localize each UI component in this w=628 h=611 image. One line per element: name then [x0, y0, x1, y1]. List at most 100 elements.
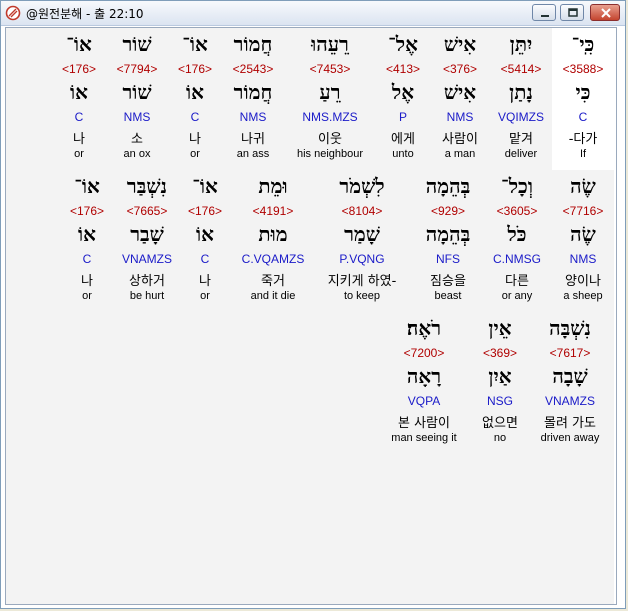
hebrew-word: רֵעֵהוּ [311, 32, 349, 56]
word-block-be-hurt[interactable]: נִשְׁבַּר <7665> שָׁבַר VNAMZS 상하거 be hu… [114, 170, 180, 312]
word-block-or-3[interactable]: אוֹ־ <176> אוֹ C 나 or [182, 170, 228, 312]
interlinear-view[interactable]: כִּֽי־ <3588> כִּי C -다가 If יִתֵּן <5414… [5, 27, 617, 605]
lemma-word: מוּת [258, 222, 288, 246]
strong-number[interactable]: <7665> [114, 204, 180, 218]
word-block-deliver[interactable]: יִתֵּן <5414> נָתַן VQIMZS 맡겨 deliver [491, 28, 551, 170]
word-block-an-ox[interactable]: שׁוֹר <7794> שׁוֹר NMS 소 an ox [108, 28, 166, 170]
word-block-his-neighbour[interactable]: רֵעֵהוּ <7453> רֵעַ NMS.MZS 이웃 his neigh… [288, 28, 372, 170]
strong-number[interactable]: <176> [182, 204, 228, 218]
word-block-unto[interactable]: אֶל־ <413> אֶל P 에게 unto [378, 28, 428, 170]
strong-number[interactable]: <369> [472, 346, 528, 360]
strong-number[interactable]: <8104> [316, 204, 408, 218]
strong-number[interactable]: <4191> [234, 204, 312, 218]
strong-number[interactable]: <7617> [534, 346, 606, 360]
parse-code: VQPA [407, 394, 441, 408]
word-block-or-4[interactable]: אוֹ־ <176> אוֹ C 나 or [64, 170, 110, 312]
strong-number[interactable]: <2543> [224, 62, 282, 76]
korean-gloss: 지키게 하였- [327, 274, 397, 289]
word-block-or-any[interactable]: וְכָל־ <3605> כֹּל C.NMSG 다른 or any [486, 170, 548, 312]
parse-code: C.NMSG [493, 252, 541, 266]
lemma-word: אוֹ [70, 80, 88, 104]
parse-code: VNAMZS [121, 252, 172, 266]
strong-number[interactable]: <7200> [380, 346, 468, 360]
english-gloss: an ass [236, 148, 270, 160]
parse-code: VNAMZS [544, 394, 595, 408]
english-gloss: an ox [123, 148, 151, 160]
english-gloss: If [579, 148, 587, 160]
title-bar[interactable]: @원전분해 - 출 22:10 [1, 1, 625, 26]
lemma-word: אֶל [391, 80, 415, 104]
content-edge [614, 28, 616, 604]
hebrew-word: וּמֵת [258, 174, 288, 198]
parse-code: C [74, 110, 84, 124]
korean-gloss: 맡겨 [509, 132, 533, 147]
word-block-driven-away[interactable]: נִשְׁבָּה <7617> שָׁבָה VNAMZS 몰려 가도 dri… [534, 312, 606, 454]
lemma-word: נָתַן [509, 80, 533, 104]
word-block-beast[interactable]: בְּהֵמָה <929> בְּהֵמָה NFS 짐승을 beast [410, 170, 486, 312]
korean-gloss: 이웃 [318, 132, 342, 147]
word-block-a-man[interactable]: אִישׁ <376> אִישׁ NMS 사람이 a man [434, 28, 486, 170]
hebrew-word: יִתֵּן [509, 32, 533, 56]
korean-gloss: 없으면 [482, 416, 518, 431]
lemma-word: רָאָה [406, 364, 442, 388]
korean-gloss: 소 [131, 132, 143, 147]
hebrew-word: לִשְׁמֹר [339, 174, 385, 198]
english-gloss: and it die [250, 290, 296, 302]
strong-number[interactable]: <413> [378, 62, 428, 76]
english-gloss: or any [501, 290, 533, 302]
word-block-or-2[interactable]: אוֹ־ <176> אוֹ C 나 or [56, 28, 102, 170]
english-gloss: no [493, 432, 507, 444]
english-gloss: unto [392, 148, 414, 160]
strong-number[interactable]: <3605> [486, 204, 548, 218]
parse-code: C [190, 110, 200, 124]
english-gloss: or [82, 290, 92, 302]
lemma-word: שֶׂה [570, 222, 596, 246]
parse-code: C [578, 110, 588, 124]
korean-gloss: 죽거 [261, 274, 285, 289]
korean-gloss: 사람이 [442, 132, 478, 147]
hebrew-word: אוֹ־ [74, 174, 100, 198]
hebrew-word: אוֹ־ [192, 174, 218, 198]
hebrew-word: כִּֽי־ [571, 32, 595, 56]
parse-code: NMS [569, 252, 597, 266]
strong-number[interactable]: <176> [64, 204, 110, 218]
strong-number[interactable]: <176> [56, 62, 102, 76]
lemma-word: שָׁמַר [344, 222, 380, 246]
hebrew-word: בְּהֵמָה [425, 174, 471, 198]
korean-gloss: 나귀 [241, 132, 265, 147]
app-window: @원전분해 - 출 22:10 כִּֽי־ <3588> כִּי C -다가… [0, 0, 626, 609]
korean-gloss: -다가 [568, 132, 598, 147]
strong-number[interactable]: <7453> [288, 62, 372, 76]
close-button[interactable] [590, 4, 620, 21]
word-block-a-sheep[interactable]: שֶׂה <7716> שֶׂה NMS 양이나 a sheep [552, 170, 614, 312]
word-block-an-ass[interactable]: חֲמוֹר <2543> חֲמוֹר NMS 나귀 an ass [224, 28, 282, 170]
hebrew-word: שׁוֹר [122, 32, 152, 56]
word-block-or-1[interactable]: אוֹ־ <176> אוֹ C 나 or [172, 28, 218, 170]
strong-number[interactable]: <7716> [552, 204, 614, 218]
korean-gloss: 다른 [505, 274, 529, 289]
lemma-word: רֵעַ [319, 80, 341, 104]
strong-number[interactable]: <7794> [108, 62, 166, 76]
word-block-no[interactable]: אֵין <369> אַיִן NSG 없으면 no [472, 312, 528, 454]
strong-number[interactable]: <5414> [491, 62, 551, 76]
lemma-word: אוֹ [78, 222, 96, 246]
english-gloss: or [200, 290, 210, 302]
word-block-to-keep[interactable]: לִשְׁמֹר <8104> שָׁמַר P.VQNG 지키게 하였- to… [316, 170, 408, 312]
word-block-and-it-die[interactable]: וּמֵת <4191> מוּת C.VQAMZS 죽거 and it die [234, 170, 312, 312]
english-gloss: or [190, 148, 200, 160]
english-gloss: to keep [343, 290, 381, 302]
lemma-word: כִּי [575, 80, 591, 104]
word-block-if[interactable]: כִּֽי־ <3588> כִּי C -다가 If [552, 28, 614, 170]
english-gloss: driven away [540, 432, 600, 444]
maximize-button[interactable] [560, 4, 584, 21]
word-block-man-seeing-it[interactable]: רֹאֶה׃ <7200> רָאָה VQPA 본 사람이 man seein… [380, 312, 468, 454]
strong-number[interactable]: <3588> [552, 62, 614, 76]
minimize-button[interactable] [532, 4, 556, 21]
strong-number[interactable]: <176> [172, 62, 218, 76]
strong-number[interactable]: <376> [434, 62, 486, 76]
strong-number[interactable]: <929> [410, 204, 486, 218]
english-gloss: deliver [504, 148, 538, 160]
minimize-icon [541, 15, 549, 17]
korean-gloss: 양이나 [565, 274, 601, 289]
korean-gloss: 나 [73, 132, 85, 147]
